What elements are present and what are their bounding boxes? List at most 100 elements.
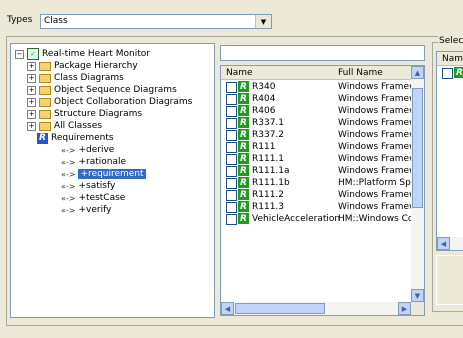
- selected-list[interactable]: Name R ◀: [436, 51, 463, 251]
- tree-root[interactable]: − ✓ Real-time Heart Monitor: [15, 48, 150, 60]
- tree-item-label: +verify: [78, 205, 112, 215]
- scroll-thumb[interactable]: [235, 303, 325, 314]
- filter-input[interactable]: [220, 45, 425, 61]
- row-name: R337.1: [252, 118, 285, 128]
- row-full-name: Windows Framewo: [338, 82, 411, 92]
- requirement-icon: R: [238, 165, 249, 176]
- scroll-down-icon[interactable]: ▼: [411, 289, 424, 302]
- list-row[interactable]: RR337.1 Windows Framewo: [221, 117, 411, 129]
- list-row[interactable]: RR340 Windows Framewo: [221, 81, 411, 93]
- expand-icon[interactable]: +: [27, 97, 36, 107]
- types-combobox[interactable]: Class ▼: [40, 14, 272, 29]
- list-row[interactable]: RR406 Windows Framewo: [221, 105, 411, 117]
- list-row[interactable]: RVehicleAccelerationHM::Windows Com: [221, 213, 411, 225]
- row-name: R111.1: [252, 154, 285, 164]
- scroll-left-icon[interactable]: ◀: [437, 237, 450, 250]
- chevron-down-icon[interactable]: ▼: [255, 15, 271, 28]
- list-row[interactable]: RR404 Windows Framewo: [221, 93, 411, 105]
- requirement-icon: R: [238, 141, 249, 152]
- list-row[interactable]: RR111 Windows Framewo: [221, 141, 411, 153]
- tree-item-package-hierarchy[interactable]: + Package Hierarchy: [27, 60, 138, 72]
- row-name: R340: [252, 82, 276, 92]
- row-checkbox[interactable]: [226, 154, 237, 165]
- expand-icon[interactable]: +: [27, 121, 36, 131]
- expand-icon[interactable]: +: [27, 109, 36, 119]
- tree-item-rationale[interactable]: «-> +rationale: [61, 156, 126, 168]
- relation-arrow-icon: «->: [61, 157, 76, 167]
- row-checkbox[interactable]: [226, 166, 237, 177]
- tree-item-verify[interactable]: «-> +verify: [61, 204, 111, 216]
- column-header-full-name[interactable]: Full Name: [338, 68, 383, 78]
- row-checkbox[interactable]: [226, 178, 237, 189]
- tree-item-label: +rationale: [78, 157, 127, 167]
- row-checkbox[interactable]: [226, 202, 237, 213]
- requirement-icon: R: [238, 153, 249, 164]
- tree-item-label: +satisfy: [78, 181, 116, 191]
- requirement-icon: R: [238, 213, 249, 224]
- selected-list-header: Name: [437, 52, 463, 66]
- collapse-icon[interactable]: −: [15, 49, 24, 59]
- row-full-name: HM::Windows Com: [338, 214, 411, 224]
- list-row[interactable]: RR111.1a Windows Framewo: [221, 165, 411, 177]
- tree-item-label: Object Sequence Diagrams: [54, 85, 177, 95]
- selected-details-panel: [436, 255, 463, 305]
- folder-icon: [39, 109, 51, 119]
- requirement-icon: R: [238, 189, 249, 200]
- list-row[interactable]: RR111.1 Windows Framewo: [221, 153, 411, 165]
- tree-item-structure-diagrams[interactable]: + Structure Diagrams: [27, 108, 142, 120]
- list-row[interactable]: R: [437, 67, 463, 79]
- row-checkbox[interactable]: [226, 214, 237, 225]
- list-row[interactable]: RR111.2 Windows Framewo: [221, 189, 411, 201]
- row-checkbox[interactable]: [226, 106, 237, 117]
- scroll-up-icon[interactable]: ▲: [411, 66, 424, 79]
- dialog-frame: Types Class ▼ − ✓ Real-time Heart Monito…: [0, 0, 463, 338]
- row-full-name: Windows Framewo: [338, 142, 411, 152]
- requirement-icon: R: [238, 129, 249, 140]
- row-checkbox[interactable]: [226, 130, 237, 141]
- column-header-name[interactable]: Name: [226, 68, 253, 78]
- vertical-scrollbar[interactable]: ▲ ▼: [411, 66, 424, 302]
- model-tree[interactable]: − ✓ Real-time Heart Monitor + Package Hi…: [10, 43, 215, 318]
- requirement-icon: R: [238, 81, 249, 92]
- tree-item-derive[interactable]: «-> +derive: [61, 144, 114, 156]
- scroll-right-icon[interactable]: ▶: [398, 302, 411, 315]
- row-checkbox[interactable]: [226, 94, 237, 105]
- scroll-thumb[interactable]: [412, 88, 423, 208]
- expand-icon[interactable]: +: [27, 73, 36, 83]
- requirement-icon: R: [238, 117, 249, 128]
- tree-item-object-collaboration-diagrams[interactable]: + Object Collaboration Diagrams: [27, 96, 192, 108]
- horizontal-scrollbar[interactable]: ◀: [437, 237, 463, 250]
- relation-arrow-icon: «->: [61, 169, 76, 179]
- tree-item-label: Requirements: [51, 133, 114, 143]
- row-full-name: Windows Framewo: [338, 118, 411, 128]
- selected-group-label: Select: [438, 36, 463, 46]
- requirement-icon: R: [238, 201, 249, 212]
- column-header-name[interactable]: Name: [442, 54, 463, 64]
- scroll-left-icon[interactable]: ◀: [221, 302, 234, 315]
- row-checkbox[interactable]: [226, 82, 237, 93]
- list-row[interactable]: RR337.2 Windows Framewo: [221, 129, 411, 141]
- expand-icon[interactable]: +: [27, 85, 36, 95]
- types-value: Class: [44, 16, 68, 26]
- tree-item-object-sequence-diagrams[interactable]: + Object Sequence Diagrams: [27, 84, 177, 96]
- tree-item-requirements[interactable]: R Requirements: [37, 132, 114, 144]
- tree-item-testcase[interactable]: «-> +testCase: [61, 192, 125, 204]
- tree-item-label: Class Diagrams: [54, 73, 124, 83]
- tree-item-satisfy[interactable]: «-> +satisfy: [61, 180, 115, 192]
- folder-icon: [39, 61, 51, 71]
- row-checkbox[interactable]: [442, 68, 453, 79]
- list-row[interactable]: RR111.3 Windows Framewo: [221, 201, 411, 213]
- row-checkbox[interactable]: [226, 118, 237, 129]
- requirement-icon: R: [238, 93, 249, 104]
- element-list[interactable]: Name Full Name RR340Windows Framewo RR40…: [220, 65, 425, 316]
- row-checkbox[interactable]: [226, 142, 237, 153]
- row-full-name: Windows Framewo: [338, 166, 411, 176]
- row-checkbox[interactable]: [226, 190, 237, 201]
- list-row[interactable]: RR111.1b HM::Platform Spec: [221, 177, 411, 189]
- list-header: Name Full Name: [221, 66, 411, 80]
- expand-icon[interactable]: +: [27, 61, 36, 71]
- horizontal-scrollbar[interactable]: ◀ ▶: [221, 302, 411, 315]
- tree-item-requirement[interactable]: «-> +requirement: [61, 168, 146, 180]
- tree-item-class-diagrams[interactable]: + Class Diagrams: [27, 72, 124, 84]
- tree-item-all-classes[interactable]: + All Classes: [27, 120, 102, 132]
